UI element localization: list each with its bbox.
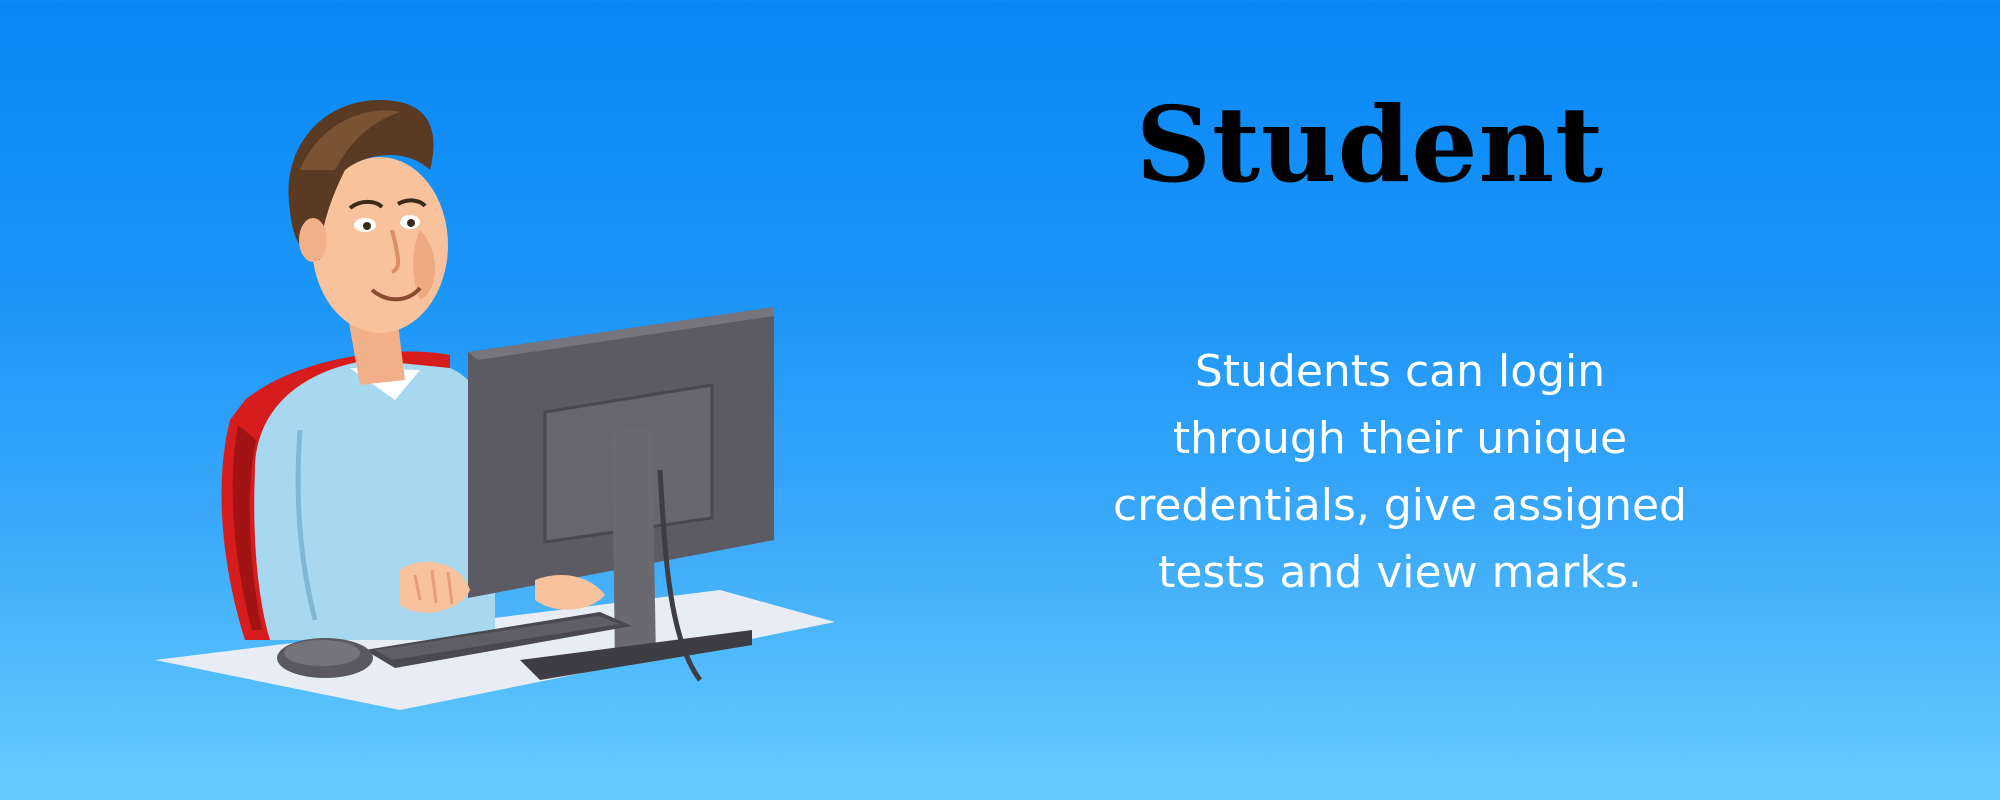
monitor-stand	[612, 428, 656, 665]
description-line: Students can login	[1194, 346, 1606, 397]
page-title: Student	[1135, 83, 1605, 206]
description-line: credentials, give assigned	[1113, 480, 1687, 531]
description-line: through their unique	[1172, 413, 1628, 464]
student-at-computer-illustration	[0, 0, 900, 800]
feature-description: Students can login through their unique …	[1040, 338, 1760, 606]
description-line: tests and view marks.	[1158, 547, 1642, 598]
